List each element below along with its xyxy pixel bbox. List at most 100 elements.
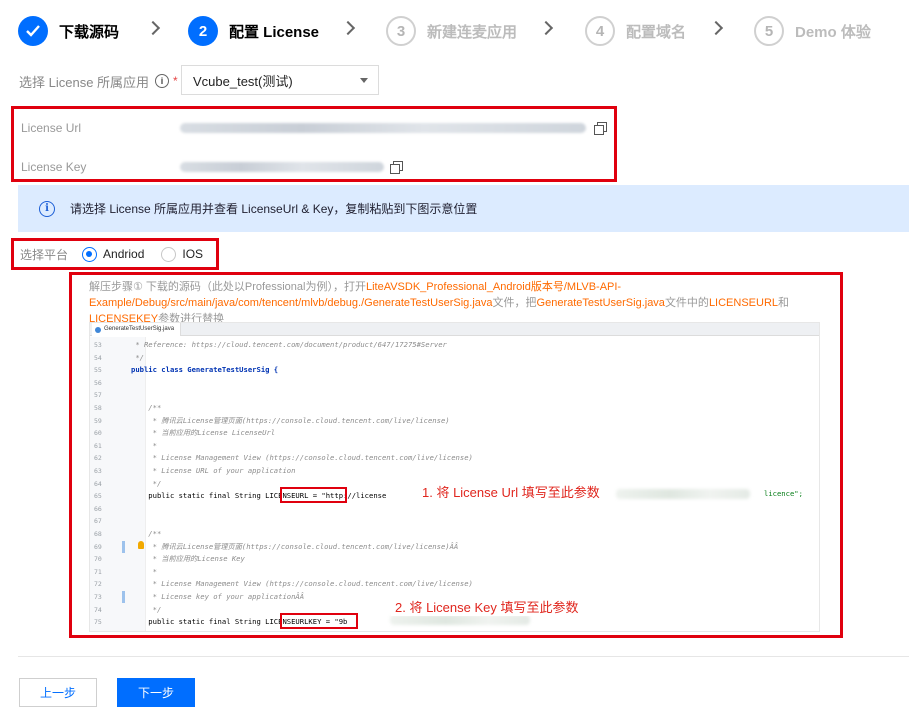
next-button[interactable]: 下一步	[117, 678, 195, 707]
radio-android[interactable]	[82, 246, 98, 262]
line-text: */	[131, 604, 162, 614]
instruction-part: 文件，把	[492, 297, 537, 309]
step-label: 配置域名	[626, 23, 687, 41]
app-select[interactable]: Vcube_test(测试)	[181, 65, 379, 95]
code-line: 57	[90, 389, 819, 401]
line-number: 61	[94, 441, 102, 450]
license-key-blurred	[390, 615, 530, 625]
app-select-label: 选择 License 所属应用	[19, 74, 150, 90]
platform-select: 选择平台 Andriod IOS	[11, 238, 219, 270]
line-text: *	[131, 566, 157, 576]
required-mark: *	[173, 74, 178, 88]
line-number: 57	[94, 391, 102, 400]
line-number: 74	[94, 605, 102, 614]
code-line: 71 *	[90, 566, 819, 578]
lightbulb-icon	[138, 541, 144, 549]
code-line: 66	[90, 503, 819, 515]
line-number: 58	[94, 404, 102, 412]
license-info-box: License Url License Key	[11, 106, 617, 182]
line-text: /**	[131, 403, 162, 412]
instruction-box: 解压步骤① 下载的源码（此处以Professional为例），打开LiteAVS…	[69, 272, 843, 638]
line-text: */	[131, 478, 162, 488]
line-text: * 当前应用的License LicenseUrl	[131, 428, 276, 438]
license-key-label: License Key	[21, 160, 87, 174]
instruction-part: 和	[778, 297, 790, 309]
line-text: public class GenerateTestUserSig {	[131, 365, 279, 375]
line-number: 54	[94, 353, 102, 362]
help-icon[interactable]: i	[155, 74, 170, 88]
line-text: * License Management View (https://conso…	[131, 579, 473, 589]
licenseurl-highlight	[280, 487, 347, 503]
platform-label: 选择平台	[20, 247, 69, 262]
line-number: 67	[94, 517, 102, 526]
code-line: 69 * 腾讯云License管理页面(https://console.clou…	[90, 541, 819, 553]
code-line: 67	[90, 515, 819, 527]
line-number: 59	[94, 416, 102, 425]
code-file-tab: GenerateTestUserSig.java	[92, 323, 182, 336]
instruction-key1: LICENSEURL	[708, 297, 779, 309]
code-line: 72 * License Management View (https://co…	[90, 578, 819, 590]
code-line: 70 * 当前应用的License Key	[90, 553, 819, 565]
info-banner: i 请选择 License 所属应用并查看 LicenseUrl & Key，复…	[18, 185, 909, 232]
line-number: 73	[94, 593, 102, 601]
chevron-right-icon	[145, 20, 161, 36]
line-number: 71	[94, 567, 102, 576]
line-number: 56	[94, 378, 102, 387]
previous-button[interactable]: 上一步	[19, 678, 97, 707]
line-number: 55	[94, 366, 102, 375]
line-number: 65	[94, 492, 102, 501]
line-text: * 当前应用的License Key	[131, 554, 245, 564]
license-key-value-blurred	[180, 162, 384, 172]
step-label: 下载源码	[59, 23, 120, 41]
code-line: 53 * Reference: https://cloud.tencent.co…	[90, 339, 819, 351]
instruction-part: 解压步骤① 下载的源码（此处以Professional为例），打开	[89, 281, 366, 293]
license-url-label: License Url	[21, 121, 82, 135]
change-marker	[122, 591, 125, 603]
license-url-blurred	[616, 489, 750, 499]
line-text: * License key of your applicationÂÂ	[131, 592, 305, 601]
info-banner-text: 请选择 License 所属应用并查看 LicenseUrl & Key，复制粘…	[70, 202, 478, 216]
step-number: 3	[386, 16, 416, 46]
code-tab-bar: GenerateTestUserSig.java	[90, 323, 819, 336]
line-number: 69	[94, 542, 102, 551]
line-text: *	[131, 440, 157, 450]
code-screenshot: GenerateTestUserSig.java 53 * Reference:…	[89, 322, 820, 632]
step-number: 5	[754, 16, 784, 46]
step-config-license: 2 配置 License	[188, 14, 319, 48]
code-line: 56	[90, 377, 819, 389]
chevron-right-icon	[708, 20, 724, 36]
code-url-tail-text: licence";	[764, 489, 803, 498]
step-label: 新建连麦应用	[427, 23, 518, 41]
line-text: public static final String LICENSEURL = …	[131, 491, 387, 501]
line-text: * 腾讯云License管理页面(https://console.cloud.t…	[131, 415, 450, 425]
stepper: 下载源码 2 配置 License 3 新建连麦应用 4 配置域名 5 Demo…	[18, 14, 898, 48]
line-text: * License Management View (https://conso…	[131, 453, 473, 463]
copy-icon[interactable]	[594, 122, 607, 135]
line-number: 68	[94, 530, 102, 538]
line-number: 75	[94, 618, 102, 627]
line-number: 53	[94, 341, 102, 349]
radio-android-label[interactable]: Andriod	[103, 247, 144, 261]
license-url-value-blurred	[180, 123, 586, 133]
annotation-license-url: 1. 将 License Url 填写至此参数	[418, 482, 604, 501]
chevron-right-icon	[340, 20, 356, 36]
change-marker	[122, 541, 125, 553]
line-text: * License URL of your application	[131, 466, 296, 475]
line-text: /**	[131, 529, 162, 538]
radio-ios-label[interactable]: IOS	[182, 247, 203, 261]
line-number: 64	[94, 479, 102, 488]
caret-down-icon	[360, 78, 368, 83]
radio-ios[interactable]	[161, 246, 177, 262]
check-icon	[18, 16, 48, 46]
code-line: 59 * 腾讯云License管理页面(https://console.clou…	[90, 415, 819, 427]
step-number: 4	[585, 16, 615, 46]
copy-icon[interactable]	[390, 161, 403, 174]
step-download-source: 下载源码	[18, 14, 119, 48]
line-text: * Reference: https://cloud.tencent.com/d…	[131, 340, 447, 349]
code-line: 54 */	[90, 352, 819, 364]
code-line: 62 * License Management View (https://co…	[90, 452, 819, 464]
step-label: Demo 体验	[795, 23, 871, 41]
line-number: 63	[94, 467, 102, 475]
annotation-license-key: 2. 将 License Key 填写至此参数	[391, 597, 583, 616]
code-line: 55 public class GenerateTestUserSig {	[90, 364, 819, 376]
